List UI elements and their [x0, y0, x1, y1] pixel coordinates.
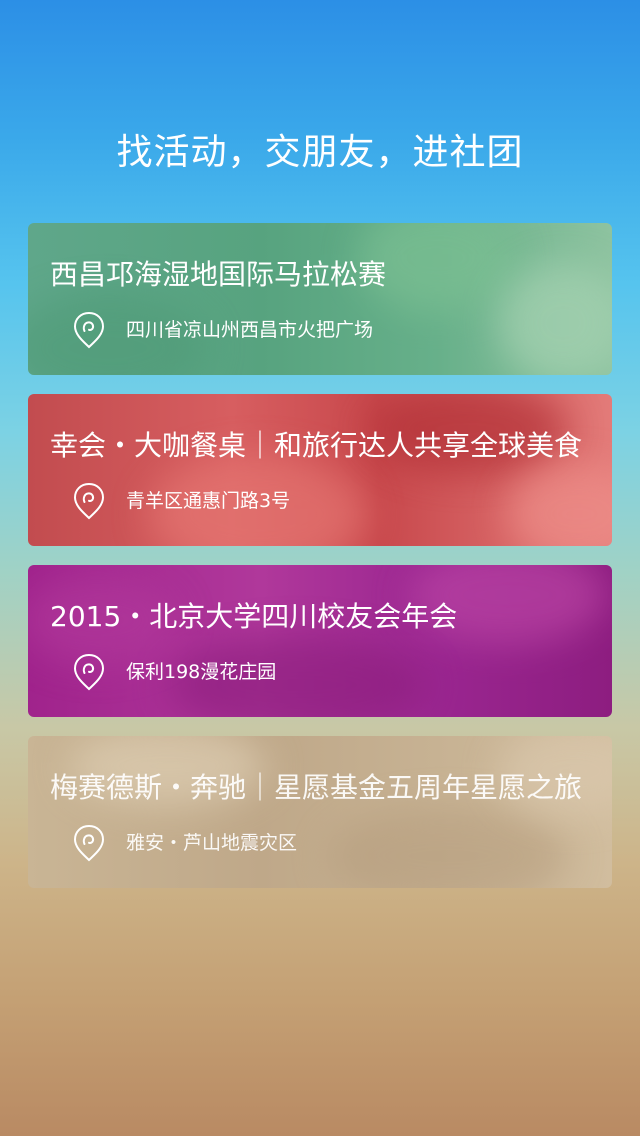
screen: { "headline": "找活动，交朋友，进社团", "events": […	[0, 0, 640, 1136]
event-title: 梅赛德斯・奔驰｜星愿基金五周年星愿之旅	[50, 771, 583, 804]
card-background	[28, 565, 612, 717]
event-location: 雅安・芦山地震灾区	[126, 832, 298, 854]
event-title: 幸会・大咖餐桌｜和旅行达人共享全球美食	[50, 429, 583, 462]
location-pin-icon	[73, 482, 105, 520]
event-card-alumni[interactable]: 2015・北京大学四川校友会年会 保利198漫花庄园	[28, 565, 612, 717]
event-card-marathon[interactable]: 西昌邛海湿地国际马拉松赛 四川省凉山州西昌市火把广场	[28, 223, 612, 375]
location-pin-icon	[73, 311, 105, 349]
event-location: 四川省凉山州西昌市火把广场	[126, 319, 374, 341]
event-location: 青羊区通惠门路3号	[126, 490, 291, 512]
page-headline: 找活动，交朋友，进社团	[116, 132, 524, 173]
card-background	[28, 736, 612, 888]
location-pin-icon	[73, 824, 105, 862]
card-background	[28, 223, 612, 375]
event-title: 2015・北京大学四川校友会年会	[50, 600, 458, 633]
event-title: 西昌邛海湿地国际马拉松赛	[50, 258, 387, 291]
card-background	[28, 394, 612, 546]
event-card-dinner[interactable]: 幸会・大咖餐桌｜和旅行达人共享全球美食 青羊区通惠门路3号	[28, 394, 612, 546]
event-location: 保利198漫花庄园	[126, 661, 277, 683]
location-pin-icon	[73, 653, 105, 691]
event-card-benz[interactable]: 梅赛德斯・奔驰｜星愿基金五周年星愿之旅 雅安・芦山地震灾区	[28, 736, 612, 888]
